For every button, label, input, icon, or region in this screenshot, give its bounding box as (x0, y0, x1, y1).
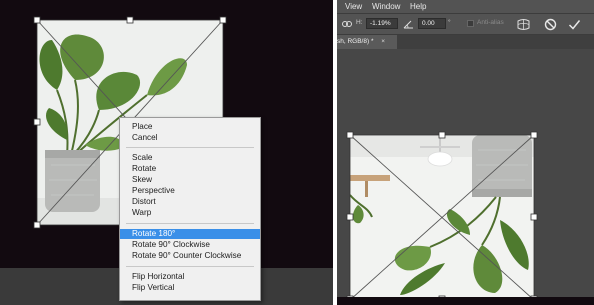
menu-separator (126, 223, 254, 224)
menu-item-rotate-180[interactable]: Rotate 180° (120, 229, 260, 239)
right-editor-area: View Window Help H: -1.19% 0.00 ° Anti-a… (337, 0, 594, 305)
anti-alias-checkbox[interactable] (467, 20, 474, 27)
menu-item-perspective[interactable]: Perspective (120, 186, 260, 196)
menu-item-distort[interactable]: Distort (120, 197, 260, 207)
warp-mode-icon[interactable] (517, 18, 530, 31)
document-tab[interactable]: sh, RGB/8) * × (337, 35, 397, 49)
rotated-plant-image (350, 135, 534, 300)
plant-photo-rotated (350, 135, 534, 300)
left-canvas-area: Place Cancel Scale Rotate Skew Perspecti… (0, 0, 333, 305)
menu-item-rotate-90-ccw[interactable]: Rotate 90° Counter Clockwise (120, 251, 260, 261)
menu-item-flip-horizontal[interactable]: Flip Horizontal (120, 272, 260, 282)
menu-separator (126, 266, 254, 267)
menu-item-place[interactable]: Place (120, 122, 260, 132)
angle-unit: ° (448, 19, 451, 26)
menu-item-flip-vertical[interactable]: Flip Vertical (120, 283, 260, 293)
menu-item-scale[interactable]: Scale (120, 153, 260, 163)
document-tab-label: sh, RGB/8) * (337, 38, 374, 45)
menu-separator (126, 147, 254, 148)
menu-item-skew[interactable]: Skew (120, 175, 260, 185)
transform-context-menu: Place Cancel Scale Rotate Skew Perspecti… (119, 117, 261, 301)
document-tab-bar: sh, RGB/8) * × (337, 35, 594, 49)
height-input[interactable]: -1.19% (366, 18, 398, 29)
menu-item-warp[interactable]: Warp (120, 208, 260, 218)
menu-bar: View Window Help (337, 0, 594, 13)
close-icon[interactable]: × (381, 38, 385, 45)
menu-view[interactable]: View (345, 2, 362, 11)
menu-item-cancel[interactable]: Cancel (120, 133, 260, 143)
transform-options-bar: H: -1.19% 0.00 ° Anti-alias (337, 13, 594, 35)
menu-help[interactable]: Help (410, 2, 426, 11)
cancel-transform-icon[interactable] (544, 18, 557, 31)
link-icon[interactable] (342, 20, 352, 28)
height-label: H: (356, 19, 363, 26)
anti-alias-label: Anti-alias (477, 19, 504, 26)
angle-input[interactable]: 0.00 (418, 18, 446, 29)
menu-window[interactable]: Window (372, 2, 400, 11)
menu-item-rotate-90-cw[interactable]: Rotate 90° Clockwise (120, 240, 260, 250)
canvas-bottom-strip (337, 297, 594, 305)
angle-icon (403, 20, 413, 29)
commit-transform-icon[interactable] (568, 18, 581, 31)
menu-item-rotate[interactable]: Rotate (120, 164, 260, 174)
